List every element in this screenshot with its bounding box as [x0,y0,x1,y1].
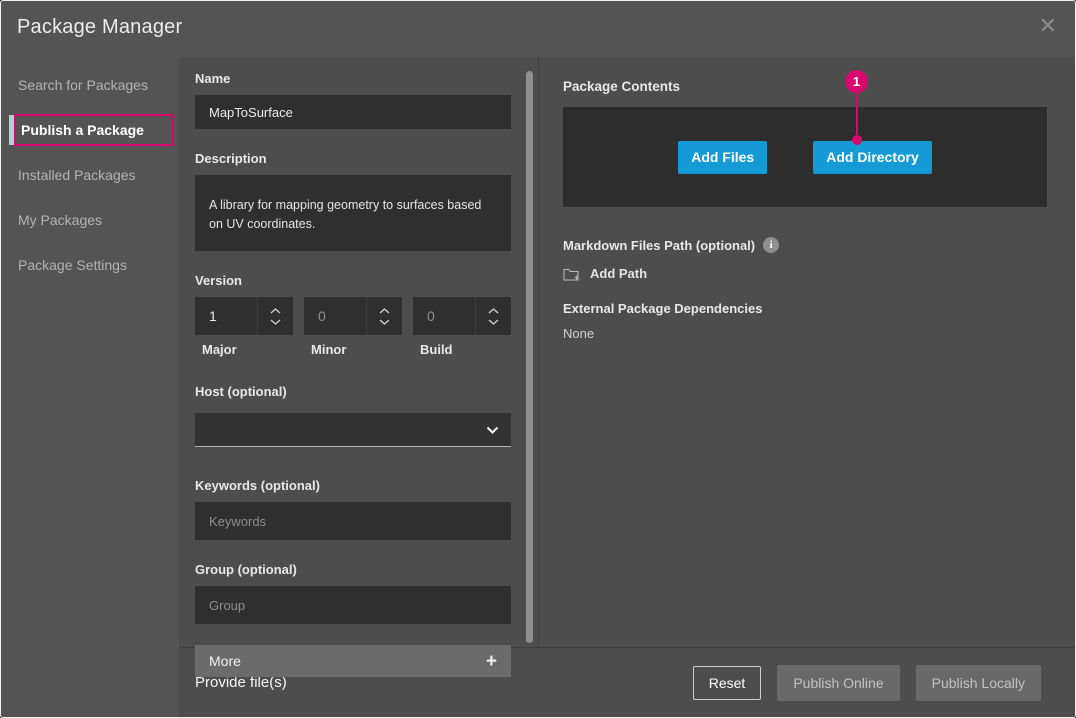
annotation-stem [856,92,858,137]
package-contents-label: Package Contents [563,79,1047,94]
stepper-arrows[interactable] [475,297,511,335]
chevron-down-icon [270,319,281,325]
version-minor-stepper[interactable]: 0 [304,297,402,335]
package-manager-dialog: Package Manager ✕ Search for Packages Pu… [0,0,1076,718]
publish-form: Name Description A library for mapping g… [179,57,539,647]
external-dependencies-value: None [563,326,1047,341]
sidebar-item-label: Package Settings [18,257,127,273]
chevron-down-icon [488,319,499,325]
add-path-label: Add Path [590,266,647,281]
sidebar-item-label: Search for Packages [18,77,148,93]
chevron-up-icon [379,308,390,314]
keywords-label: Keywords (optional) [195,478,522,493]
markdown-path-label: Markdown Files Path (optional) [563,238,755,253]
more-button-label: More [209,653,241,669]
sidebar-item-publish-a-package[interactable]: Publish a Package [1,115,179,145]
description-input[interactable]: A library for mapping geometry to surfac… [195,175,511,251]
host-select[interactable] [195,413,511,447]
title-bar: Package Manager ✕ [1,1,1075,57]
annotation-dot [852,135,862,145]
keywords-input[interactable] [195,502,511,540]
major-label: Major [195,342,293,357]
sidebar-item-package-settings[interactable]: Package Settings [1,250,179,280]
version-major-stepper[interactable]: 1 [195,297,293,335]
publish-locally-button[interactable]: Publish Locally [916,665,1041,701]
add-directory-button[interactable]: Add Directory [813,141,932,174]
more-button[interactable]: More + [195,645,511,677]
plus-icon: + [486,652,497,671]
sidebar-item-my-packages[interactable]: My Packages [1,205,179,235]
chevron-down-icon [379,319,390,325]
sidebar-item-label: Publish a Package [21,122,144,138]
external-dependencies-label: External Package Dependencies [563,301,1047,316]
sidebar-item-label: Installed Packages [18,167,136,183]
sidebar-item-installed-packages[interactable]: Installed Packages [1,160,179,190]
active-indicator-bar [9,115,14,145]
version-build-value: 0 [413,297,475,335]
minor-label: Minor [304,342,402,357]
package-contents-panel: Package Contents Add Files Add Directory… [539,57,1075,647]
publish-online-button[interactable]: Publish Online [777,665,899,701]
info-icon[interactable]: i [763,237,779,253]
name-input[interactable] [195,95,511,129]
group-input[interactable] [195,586,511,624]
annotation-badge-1: 1 [845,70,868,93]
sidebar-item-search-for-packages[interactable]: Search for Packages [1,70,179,100]
chevron-down-icon [486,426,499,434]
group-label: Group (optional) [195,562,522,577]
version-major-value: 1 [195,297,257,335]
content-area: Name Description A library for mapping g… [179,57,1075,717]
build-label: Build [413,342,511,357]
sidebar: Search for Packages Publish a Package In… [1,57,179,717]
stepper-arrows[interactable] [257,297,293,335]
reset-button[interactable]: Reset [693,666,762,700]
version-sublabels: Major Minor Build [195,342,511,357]
add-path-button[interactable]: Add Path [563,266,1047,281]
dialog-title: Package Manager [17,16,182,39]
chevron-up-icon [488,308,499,314]
form-scrollbar[interactable] [526,71,533,643]
close-icon[interactable]: ✕ [1039,15,1057,37]
package-contents-dropzone: Add Files Add Directory [563,107,1047,207]
version-minor-value: 0 [304,297,366,335]
host-label: Host (optional) [195,384,522,399]
add-files-button[interactable]: Add Files [678,141,767,174]
name-label: Name [195,71,522,86]
add-folder-icon [563,267,580,281]
stepper-arrows[interactable] [366,297,402,335]
version-build-stepper[interactable]: 0 [413,297,511,335]
version-label: Version [195,273,522,288]
version-row: 1 0 [195,297,511,335]
sidebar-item-label: My Packages [18,212,102,228]
chevron-up-icon [270,308,281,314]
description-label: Description [195,151,522,166]
